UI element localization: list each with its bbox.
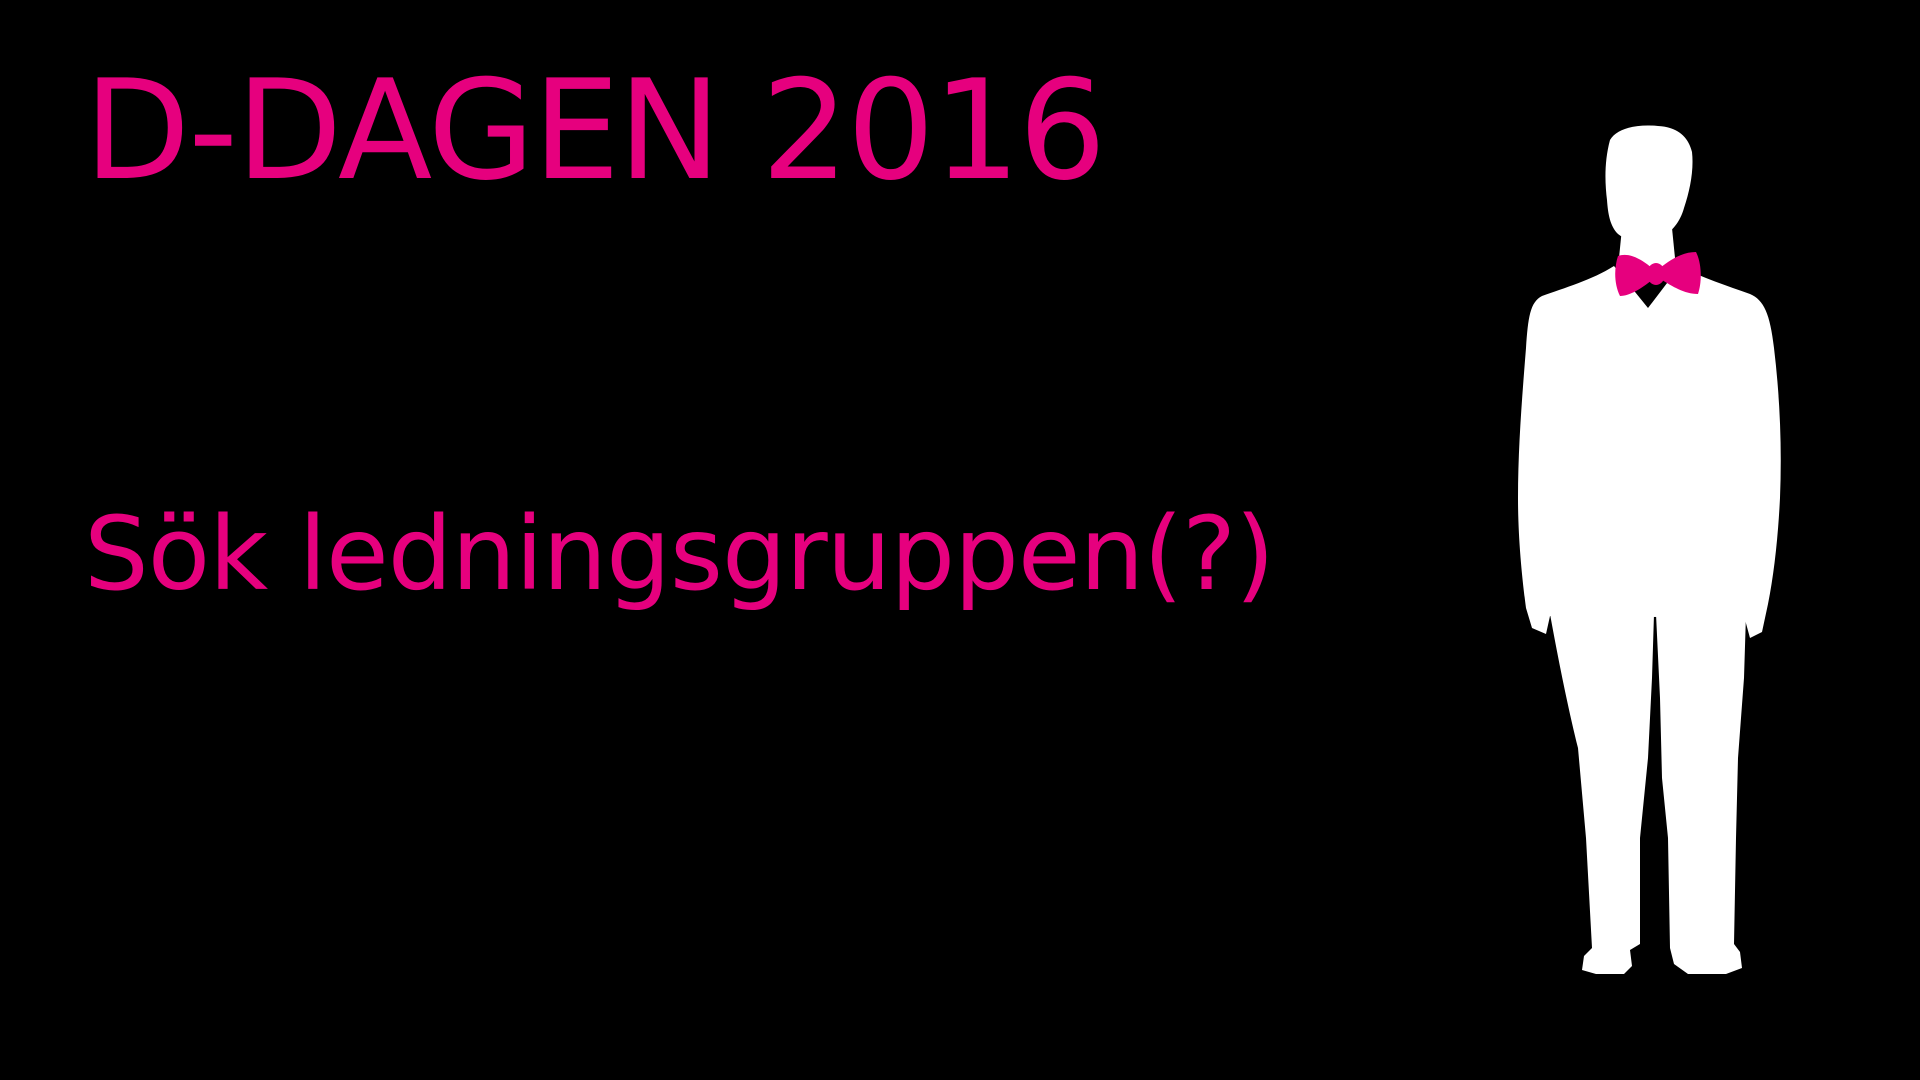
presentation-slide: D-DAGEN 2016 Sök ledningsgruppen(?) <box>0 0 1920 1080</box>
man-in-suit-silhouette-icon <box>1518 125 1781 974</box>
slide-subtitle: Sök ledningsgruppen(?) <box>84 495 1275 614</box>
slide-title: D-DAGEN 2016 <box>84 50 1106 211</box>
suit-silhouette <box>1518 125 1781 974</box>
